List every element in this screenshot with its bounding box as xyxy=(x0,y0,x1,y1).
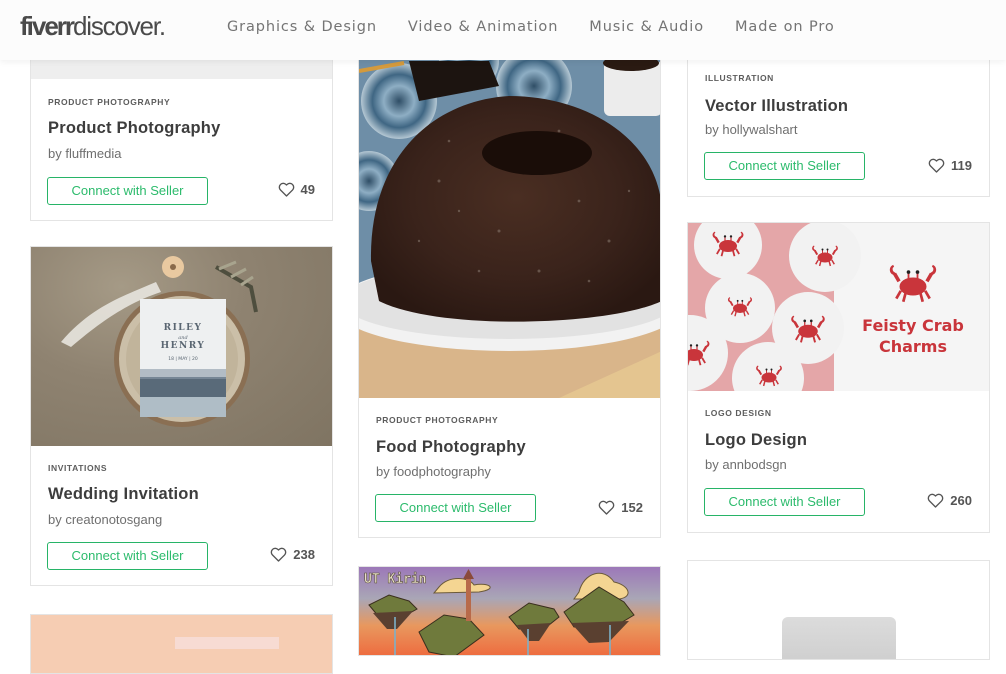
like-count-value: 238 xyxy=(293,547,315,562)
invite-date: 18 | MAY | 20 xyxy=(168,356,198,362)
ut-kirin-illustration: UT Kirin xyxy=(359,567,660,655)
connect-with-seller-button[interactable]: Connect with Seller xyxy=(704,488,865,516)
connect-with-seller-button[interactable]: Connect with Seller xyxy=(47,177,208,205)
card-image[interactable] xyxy=(31,615,332,673)
card-seller[interactable]: by hollywalshart xyxy=(705,122,798,137)
like-count[interactable]: 260 xyxy=(927,493,972,508)
nav-music-audio[interactable]: Music & Audio xyxy=(589,19,704,35)
card-seller[interactable]: by annbodsgn xyxy=(705,457,787,472)
card-title[interactable]: Logo Design xyxy=(705,431,807,450)
card-category: LOGO DESIGN xyxy=(705,408,772,418)
card-title[interactable]: Product Photography xyxy=(48,119,220,138)
card-wedding-invitation: RILEY and HENRY 18 | MAY | 20 INVITATION… xyxy=(30,246,333,586)
like-count[interactable]: 119 xyxy=(928,158,972,173)
invite-name-1: RILEY xyxy=(164,323,203,333)
card-category: PRODUCT PHOTOGRAPHY xyxy=(48,97,171,107)
image-detail xyxy=(175,637,279,649)
card-partial-white-product xyxy=(687,560,990,660)
nav-graphics-design[interactable]: Graphics & Design xyxy=(227,19,377,35)
card-title[interactable]: Wedding Invitation xyxy=(48,485,199,504)
card-category: INVITATIONS xyxy=(48,463,108,473)
bundt-cake-photo xyxy=(359,41,660,398)
connect-with-seller-button[interactable]: Connect with Seller xyxy=(375,494,536,522)
card-food-photography: PRODUCT PHOTOGRAPHY Food Photography by … xyxy=(358,40,661,538)
card-seller[interactable]: by creatonotosgang xyxy=(48,512,162,527)
connect-with-seller-button[interactable]: Connect with Seller xyxy=(704,152,865,180)
illustration-title: UT Kirin xyxy=(364,572,427,587)
nav-made-on-pro[interactable]: Made on Pro xyxy=(735,19,835,35)
feisty-crab-logo-image: Feisty Crab Charms xyxy=(688,223,989,391)
main-nav: Graphics & Design Video & Animation Musi… xyxy=(227,19,866,35)
card-logo-design: Feisty Crab Charms LOGO DESIGN Logo Desi… xyxy=(687,222,990,533)
card-seller[interactable]: by foodphotography xyxy=(376,464,491,479)
like-count-value: 260 xyxy=(950,493,972,508)
heart-icon[interactable] xyxy=(928,158,945,173)
logo-brand-line-2: Charms xyxy=(879,337,947,356)
wedding-invitation-photo: RILEY and HENRY 18 | MAY | 20 xyxy=(61,256,258,427)
card-category: PRODUCT PHOTOGRAPHY xyxy=(376,415,499,425)
card-title[interactable]: Food Photography xyxy=(376,438,526,457)
like-count[interactable]: 238 xyxy=(270,547,315,562)
card-image[interactable]: Feisty Crab Charms xyxy=(688,223,989,391)
heart-icon[interactable] xyxy=(927,493,944,508)
card-partial-peach xyxy=(30,614,333,674)
top-header: fiverrdiscover. Graphics & Design Video … xyxy=(0,0,1006,60)
card-title[interactable]: Vector Illustration xyxy=(705,97,848,116)
card-product-photography: PRODUCT PHOTOGRAPHY Product Photography … xyxy=(30,40,333,221)
like-count-value: 49 xyxy=(300,182,315,197)
heart-icon[interactable] xyxy=(270,547,287,562)
like-count-value: 152 xyxy=(621,500,643,515)
like-count[interactable]: 49 xyxy=(278,182,315,197)
card-image[interactable]: UT Kirin xyxy=(359,567,660,655)
heart-icon[interactable] xyxy=(598,500,615,515)
heart-icon[interactable] xyxy=(278,182,295,197)
like-count-value: 119 xyxy=(951,158,972,173)
connect-with-seller-button[interactable]: Connect with Seller xyxy=(47,542,208,570)
nav-video-animation[interactable]: Video & Animation xyxy=(408,19,558,35)
fiverr-discover-logo[interactable]: fiverrdiscover. xyxy=(20,11,166,42)
card-seller[interactable]: by fluffmedia xyxy=(48,146,121,161)
card-image[interactable] xyxy=(359,41,660,398)
logo-brand: fiverr xyxy=(20,11,75,41)
invite-name-2: HENRY xyxy=(161,341,206,351)
card-image[interactable]: RILEY and HENRY 18 | MAY | 20 xyxy=(31,247,332,446)
product-shape xyxy=(782,617,896,659)
logo-rest: discover. xyxy=(73,11,166,41)
logo-brand-line-1: Feisty Crab xyxy=(862,316,964,335)
like-count[interactable]: 152 xyxy=(598,500,643,515)
card-image[interactable] xyxy=(688,561,989,659)
card-category: ILLUSTRATION xyxy=(705,73,774,83)
card-ut-kirin: UT Kirin xyxy=(358,566,661,656)
